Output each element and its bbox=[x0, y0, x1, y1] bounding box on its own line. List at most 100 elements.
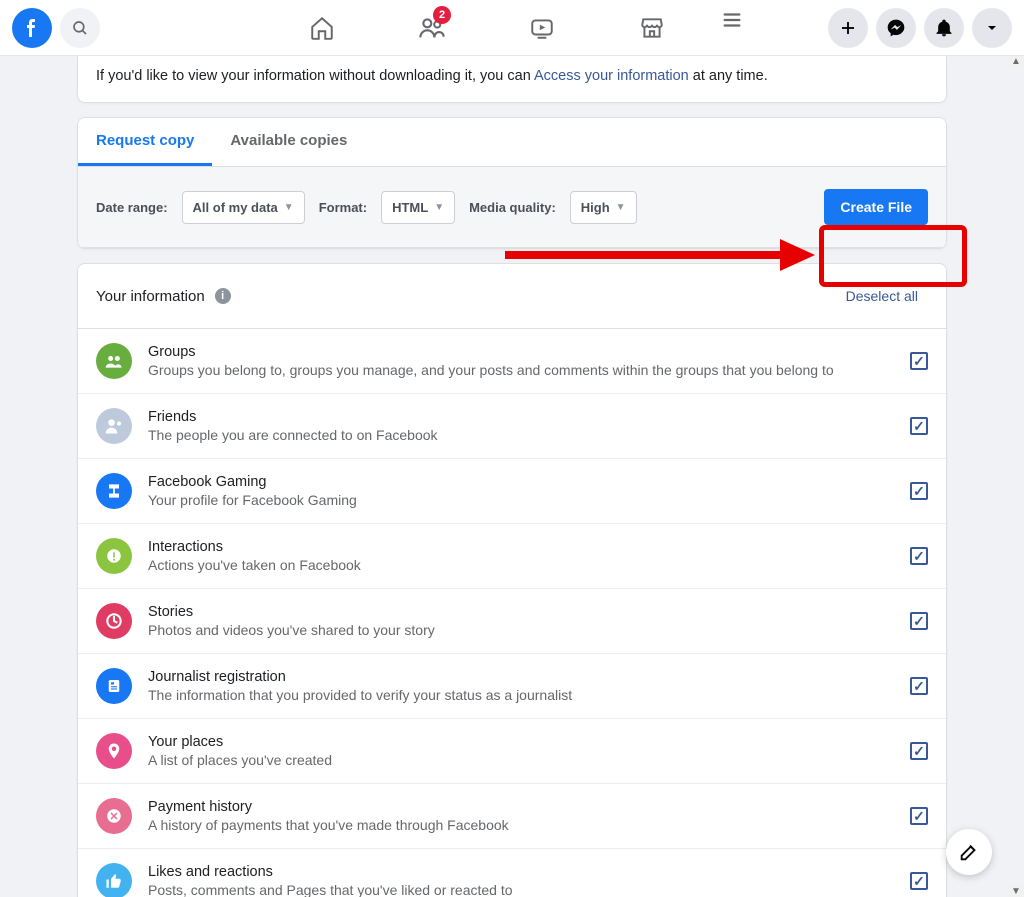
friends-badge: 2 bbox=[433, 6, 451, 24]
item-checkbox[interactable]: ✓ bbox=[910, 482, 928, 500]
interactions-icon bbox=[96, 538, 132, 574]
item-desc: The people you are connected to on Faceb… bbox=[148, 427, 910, 443]
menu-icon bbox=[721, 9, 743, 31]
messenger-button[interactable] bbox=[876, 8, 916, 48]
nav-marketplace[interactable] bbox=[597, 0, 707, 56]
media-quality-value: High bbox=[581, 200, 610, 215]
home-icon bbox=[309, 15, 335, 41]
date-range-label: Date range: bbox=[96, 200, 168, 215]
nav-friends[interactable]: 2 bbox=[377, 0, 487, 56]
marketplace-icon bbox=[639, 15, 665, 41]
item-title: Likes and reactions bbox=[148, 864, 910, 880]
info-item[interactable]: GroupsGroups you belong to, groups you m… bbox=[78, 329, 946, 394]
item-checkbox[interactable]: ✓ bbox=[910, 872, 928, 890]
access-info-link[interactable]: Access your information bbox=[534, 68, 689, 84]
item-desc: Photos and videos you've shared to your … bbox=[148, 622, 910, 638]
info-header: Your information i Deselect all bbox=[78, 264, 946, 329]
search-button[interactable] bbox=[60, 8, 100, 48]
facebook-logo[interactable] bbox=[12, 8, 52, 48]
options-bar: Date range: All of my data ▼ Format: HTM… bbox=[78, 167, 946, 248]
item-title: Journalist registration bbox=[148, 669, 910, 685]
top-header: 2 bbox=[0, 0, 1024, 56]
format-dropdown[interactable]: HTML ▼ bbox=[381, 191, 455, 224]
info-item[interactable]: Facebook Gaming Your profile for Facebook… bbox=[78, 459, 946, 524]
item-title: Payment history bbox=[148, 799, 910, 815]
create-button[interactable] bbox=[828, 8, 868, 48]
info-item[interactable]: InteractionsActions you've taken on Face… bbox=[78, 524, 946, 589]
places-icon bbox=[96, 733, 132, 769]
watch-icon bbox=[529, 15, 555, 41]
item-text: Your places A list of places you've creat… bbox=[148, 734, 910, 768]
format-label: Format: bbox=[319, 200, 367, 215]
edit-fab[interactable] bbox=[946, 829, 992, 875]
info-item[interactable]: Likes and reactions Posts, comments and P… bbox=[78, 849, 946, 897]
stories-icon bbox=[96, 603, 132, 639]
chevron-down-icon: ▼ bbox=[616, 202, 626, 213]
item-text: Payment history A history of payments tha… bbox=[148, 799, 910, 833]
search-icon bbox=[71, 19, 89, 37]
page-scroll[interactable]: If you'd like to view your information w… bbox=[0, 56, 1024, 897]
groups-icon bbox=[96, 343, 132, 379]
intro-panel: If you'd like to view your information w… bbox=[77, 56, 947, 103]
item-text: InteractionsActions you've taken on Face… bbox=[148, 539, 910, 573]
info-item[interactable]: Journalist registration The information t… bbox=[78, 654, 946, 719]
info-item[interactable]: Payment history A history of payments tha… bbox=[78, 784, 946, 849]
nav-menu[interactable] bbox=[707, 0, 757, 40]
item-text: GroupsGroups you belong to, groups you m… bbox=[148, 344, 910, 378]
media-quality-label: Media quality: bbox=[469, 200, 556, 215]
info-item[interactable]: Your places A list of places you've creat… bbox=[78, 719, 946, 784]
item-checkbox[interactable]: ✓ bbox=[910, 352, 928, 370]
info-item[interactable]: Friends The people you are connected to o… bbox=[78, 394, 946, 459]
media-quality-dropdown[interactable]: High ▼ bbox=[570, 191, 637, 224]
item-title: Groups bbox=[148, 344, 910, 360]
nav-watch[interactable] bbox=[487, 0, 597, 56]
item-title: Friends bbox=[148, 409, 910, 425]
item-checkbox[interactable]: ✓ bbox=[910, 742, 928, 760]
scrollbar-up-arrow[interactable]: ▲ bbox=[1008, 56, 1024, 67]
help-icon[interactable]: i bbox=[215, 288, 231, 304]
item-desc: A history of payments that you've made t… bbox=[148, 817, 910, 833]
item-desc: A list of places you've created bbox=[148, 752, 910, 768]
item-desc: Posts, comments and Pages that you've li… bbox=[148, 882, 910, 897]
item-checkbox[interactable]: ✓ bbox=[910, 807, 928, 825]
item-desc: Your profile for Facebook Gaming bbox=[148, 492, 910, 508]
item-checkbox[interactable]: ✓ bbox=[910, 417, 928, 435]
header-right bbox=[828, 8, 1012, 48]
tab-available-copies[interactable]: Available copies bbox=[212, 118, 365, 166]
item-title: Your places bbox=[148, 734, 910, 750]
tab-request-copy[interactable]: Request copy bbox=[78, 118, 212, 166]
likes-icon bbox=[96, 863, 132, 897]
item-text: Likes and reactions Posts, comments and P… bbox=[148, 864, 910, 897]
info-list: GroupsGroups you belong to, groups you m… bbox=[78, 329, 946, 897]
messenger-icon bbox=[886, 18, 906, 38]
item-title: Facebook Gaming bbox=[148, 474, 910, 490]
payment-icon bbox=[96, 798, 132, 834]
edit-icon bbox=[958, 841, 980, 863]
info-item[interactable]: Stories Photos and videos you've shared t… bbox=[78, 589, 946, 654]
item-title: Stories bbox=[148, 604, 910, 620]
tabs: Request copy Available copies bbox=[78, 118, 946, 167]
info-title-text: Your information bbox=[96, 288, 205, 305]
nav-home[interactable] bbox=[267, 0, 377, 56]
item-checkbox[interactable]: ✓ bbox=[910, 677, 928, 695]
your-information-panel: Your information i Deselect all GroupsGr… bbox=[77, 263, 947, 897]
item-checkbox[interactable]: ✓ bbox=[910, 547, 928, 565]
intro-prefix: If you'd like to view your information w… bbox=[96, 68, 534, 84]
content-column: If you'd like to view your information w… bbox=[77, 56, 947, 897]
bell-icon bbox=[934, 18, 954, 38]
item-desc: Actions you've taken on Facebook bbox=[148, 557, 910, 573]
annotation-box bbox=[819, 225, 967, 287]
format-value: HTML bbox=[392, 200, 428, 215]
friends-icon bbox=[96, 408, 132, 444]
scrollbar-down-arrow[interactable]: ▼ bbox=[1008, 886, 1024, 897]
journalist-icon bbox=[96, 668, 132, 704]
item-text: Journalist registration The information t… bbox=[148, 669, 910, 703]
item-checkbox[interactable]: ✓ bbox=[910, 612, 928, 630]
chevron-down-icon: ▼ bbox=[434, 202, 444, 213]
item-text: Stories Photos and videos you've shared t… bbox=[148, 604, 910, 638]
notifications-button[interactable] bbox=[924, 8, 964, 48]
account-button[interactable] bbox=[972, 8, 1012, 48]
create-file-button[interactable]: Create File bbox=[824, 189, 928, 225]
date-range-dropdown[interactable]: All of my data ▼ bbox=[182, 191, 305, 224]
item-desc: The information that you provided to ver… bbox=[148, 687, 910, 703]
